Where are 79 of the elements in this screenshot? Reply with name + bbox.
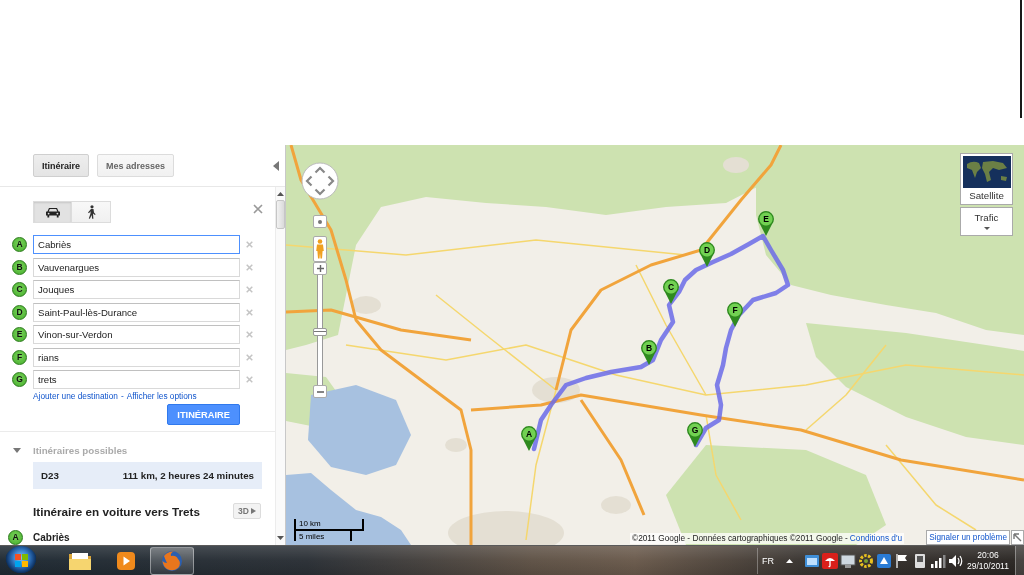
zoom-in-button[interactable] xyxy=(313,262,327,275)
scrollbar-thumb[interactable] xyxy=(276,200,285,229)
waypoint-marker: D xyxy=(12,304,27,320)
tab[interactable]: Itinéraire xyxy=(33,154,90,177)
zoom-slider-thumb[interactable] xyxy=(313,328,327,336)
flag-icon[interactable] xyxy=(894,552,910,569)
device-icon[interactable] xyxy=(912,552,928,569)
walking-mode-button[interactable] xyxy=(72,201,111,223)
app-icon[interactable] xyxy=(876,552,892,569)
directions-title: Itinéraire en voiture vers Trets xyxy=(33,504,200,518)
waypoint-input[interactable]: Saint-Paul-lès-Durance xyxy=(33,302,240,322)
waypoint-input[interactable]: Cabriès xyxy=(33,235,240,254)
waypoint-marker: F xyxy=(12,349,27,365)
globe-icon xyxy=(161,549,183,572)
tab[interactable]: Mes adresses xyxy=(97,154,175,177)
satellite-button[interactable]: Satellite xyxy=(960,153,1013,205)
plus-icon xyxy=(316,265,324,272)
town-area xyxy=(723,157,749,173)
clock-button[interactable]: 20:06 29/10/2011 xyxy=(964,546,1012,575)
scroll-up-icon[interactable] xyxy=(277,192,284,196)
scale-label: 5 miles xyxy=(299,532,325,541)
play-triangle-icon xyxy=(250,508,256,514)
waypoint-marker: E xyxy=(12,327,27,342)
waypoint-marker: C xyxy=(12,282,27,297)
car-icon xyxy=(45,206,60,218)
pegman-icon xyxy=(316,239,324,259)
umbrella-icon[interactable] xyxy=(822,552,838,569)
signal-bars-icon[interactable] xyxy=(930,552,946,569)
report-problem-link[interactable]: Signaler un problème xyxy=(926,530,1010,545)
zoom-out-button[interactable] xyxy=(313,385,327,398)
driving-mode-button[interactable] xyxy=(33,201,72,223)
pan-control[interactable] xyxy=(301,162,339,200)
waypoint-input[interactable]: Jouques xyxy=(33,280,240,299)
town-area xyxy=(532,377,580,403)
caret-icon xyxy=(983,227,990,230)
location-button[interactable] xyxy=(313,215,327,228)
town-area xyxy=(351,296,381,314)
step-marker: A xyxy=(8,530,23,545)
waypoint-marker: A xyxy=(12,237,27,252)
scrollbar[interactable] xyxy=(275,187,285,545)
route-summary: 111 km, 2 heures 24 minutes xyxy=(122,470,254,481)
routes-heading: Itinéraires possibles xyxy=(33,444,128,456)
step-place: Cabriès xyxy=(33,532,70,543)
attribution-text: ©2011 Google - Données cartographiques ©2011 Google - xyxy=(630,533,850,544)
disclosure-triangle-icon[interactable] xyxy=(13,447,21,453)
waypoint-input[interactable]: rians xyxy=(33,347,240,367)
close-icon[interactable] xyxy=(253,204,263,214)
collapse-icon[interactable] xyxy=(273,160,279,171)
view-3d-button[interactable]: 3D xyxy=(233,503,261,519)
dot-icon xyxy=(318,219,322,224)
show-desktop-button[interactable] xyxy=(1015,545,1024,575)
waypoint-marker: G xyxy=(12,372,27,387)
media-play-icon xyxy=(116,550,136,571)
minus-icon xyxy=(316,390,324,393)
terms-link[interactable]: Conditions d'u xyxy=(849,533,905,544)
folder-icon xyxy=(68,550,92,571)
start-button[interactable] xyxy=(5,545,37,575)
waypoint-input[interactable]: Vinon-sur-Verdon xyxy=(33,325,240,344)
scale-label: 10 km xyxy=(299,519,321,528)
app-window-icon[interactable] xyxy=(804,552,820,569)
waypoint-marker: B xyxy=(12,259,27,275)
pedestrian-icon xyxy=(86,205,96,219)
town-area xyxy=(445,438,467,452)
show-hidden-icons-caret[interactable] xyxy=(786,558,793,563)
traffic-dropdown[interactable]: Trafic xyxy=(960,207,1013,236)
waypoint-input[interactable]: trets xyxy=(33,370,240,389)
add-destination-link[interactable]: Ajouter une destination xyxy=(33,390,118,402)
scroll-down-icon[interactable] xyxy=(277,536,284,540)
show-options-link[interactable]: Afficher les options xyxy=(126,390,197,402)
world-map-thumbnail xyxy=(962,156,1011,188)
route-option[interactable]: D23 111 km, 2 heures 24 minutes xyxy=(33,462,262,489)
windows-logo-icon xyxy=(14,554,28,567)
expand-corner-icon[interactable] xyxy=(1011,530,1024,545)
link-separator: - xyxy=(120,390,124,402)
monitor-icon[interactable] xyxy=(840,552,856,569)
gear-icon[interactable] xyxy=(858,552,874,569)
language-button[interactable]: FR xyxy=(758,550,778,571)
route-name: D23 xyxy=(41,470,59,481)
waypoint-input[interactable]: Vauvenargues xyxy=(33,257,240,277)
